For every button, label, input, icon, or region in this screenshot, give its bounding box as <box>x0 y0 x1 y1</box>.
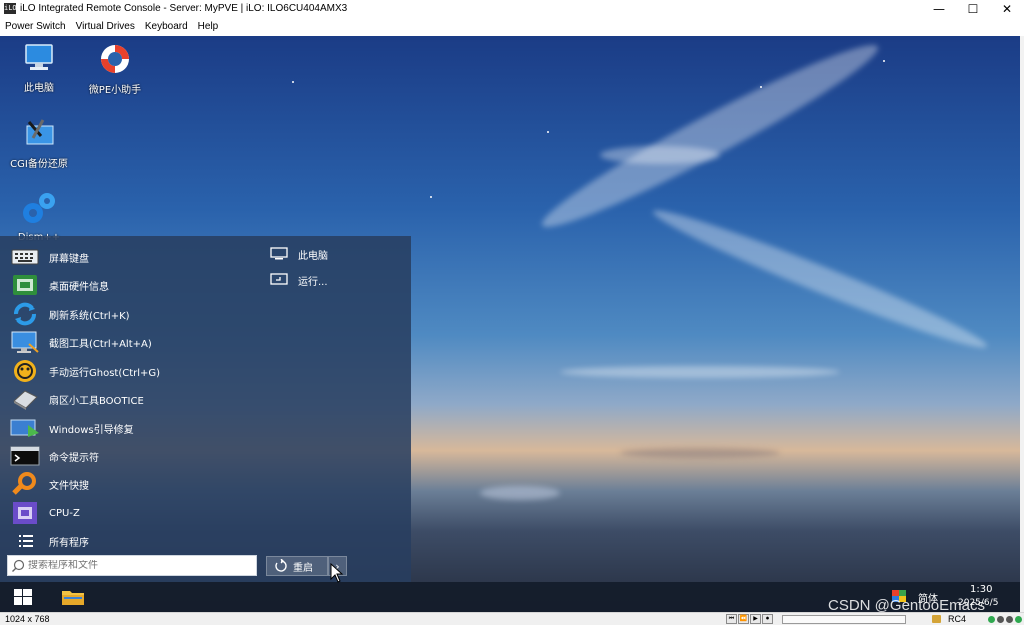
restart-button[interactable]: 重启 <box>266 556 328 576</box>
start-item-label: 刷新系统(Ctrl+K) <box>49 310 130 322</box>
desktop-icon-wepe-helper[interactable]: 微PE小助手 <box>76 42 154 96</box>
console-scroll-gutter <box>1020 36 1024 612</box>
start-right-this-pc[interactable]: 此电脑 <box>270 245 328 263</box>
screenshot-icon <box>10 331 40 353</box>
cmd-icon <box>10 445 40 467</box>
desktop-icon-label: CGI备份还原 <box>10 159 68 170</box>
rewind-button[interactable]: ⏪ <box>738 614 749 624</box>
start-item-cmd[interactable]: 命令提示符 <box>10 443 99 469</box>
menu-virtual-drives[interactable]: Virtual Drives <box>76 21 135 32</box>
start-right-run[interactable]: 运行... <box>270 271 328 289</box>
start-item-all-programs[interactable]: 所有程序 <box>10 528 89 554</box>
playback-controls: ⏮ ⏪ ▶ ⏺ <box>726 614 773 624</box>
clock-time[interactable]: 1:30 <box>970 584 992 595</box>
start-item-cpuz[interactable]: CPU-Z <box>10 500 80 526</box>
restart-icon <box>275 559 287 572</box>
ghost-icon <box>10 360 40 382</box>
start-item-label: 屏幕键盘 <box>49 253 89 265</box>
search-icon <box>8 556 28 575</box>
start-item-label: CPU-Z <box>49 507 80 519</box>
start-right-label: 此电脑 <box>298 250 328 262</box>
list-icon <box>10 530 40 552</box>
menu-help[interactable]: Help <box>198 21 219 32</box>
start-item-bootice[interactable]: 扇区小工具BOOTICE <box>10 386 144 412</box>
start-item-hardware-info[interactable]: 桌面硬件信息 <box>10 272 109 298</box>
cpuz-icon <box>10 502 40 524</box>
file-search-icon <box>10 472 40 495</box>
star <box>430 196 432 198</box>
star <box>292 81 294 83</box>
gears-icon <box>23 193 55 223</box>
menu-power-switch[interactable]: Power Switch <box>5 21 66 32</box>
console-menubar: Power Switch Virtual Drives Keyboard Hel… <box>0 17 1024 35</box>
bootice-icon <box>10 388 40 410</box>
status-led-icon <box>1006 616 1013 623</box>
monitor-icon <box>270 247 288 260</box>
window-titlebar: iLO iLO Integrated Remote Console - Serv… <box>0 0 1024 17</box>
start-button[interactable] <box>0 582 46 612</box>
start-search-box[interactable] <box>7 555 257 576</box>
start-item-screenshot-tool[interactable]: 截图工具(Ctrl+Alt+A) <box>10 329 152 355</box>
status-led-icon <box>988 616 995 623</box>
star <box>547 131 549 133</box>
menu-keyboard[interactable]: Keyboard <box>145 21 188 32</box>
status-led-icon <box>997 616 1004 623</box>
start-item-label: 手动运行Ghost(Ctrl+G) <box>49 367 161 379</box>
console-statusbar: 1024 x 768 ⏮ ⏪ ▶ ⏺ RC4 <box>0 612 1024 625</box>
ilo-app-icon: iLO <box>4 3 17 14</box>
play-button[interactable]: ▶ <box>750 614 761 624</box>
start-right-label: 运行... <box>298 276 328 288</box>
record-button[interactable]: ⏺ <box>762 614 773 624</box>
start-item-ghost[interactable]: 手动运行Ghost(Ctrl+G) <box>10 358 160 384</box>
desktop-icon-this-pc[interactable]: 此电脑 <box>0 42 78 94</box>
cloud <box>532 36 888 243</box>
start-item-label: 扇区小工具BOOTICE <box>49 395 144 407</box>
start-item-label: Windows引导修复 <box>49 424 134 436</box>
start-item-boot-repair[interactable]: Windows引导修复 <box>10 415 134 441</box>
mouse-cursor-icon <box>330 563 344 583</box>
folder-icon <box>62 591 84 605</box>
restart-label: 重启 <box>293 562 313 574</box>
start-item-label: 命令提示符 <box>49 452 99 464</box>
minimize-button[interactable]: — <box>922 0 956 17</box>
skip-start-button[interactable]: ⏮ <box>726 614 737 624</box>
backup-tool-icon <box>26 119 54 145</box>
cloud <box>560 366 840 378</box>
cloud <box>480 486 560 500</box>
lifebuoy-icon <box>101 45 129 73</box>
resolution-readout: 1024 x 768 <box>5 614 50 624</box>
desktop-icon-label: 微PE小助手 <box>88 85 142 96</box>
start-item-label: 截图工具(Ctrl+Alt+A) <box>49 338 152 350</box>
maximize-button[interactable]: ☐ <box>956 0 990 17</box>
status-leds <box>988 616 1022 623</box>
run-icon <box>270 273 288 285</box>
cloud <box>600 146 720 164</box>
refresh-icon <box>10 302 40 326</box>
cloud <box>648 199 992 359</box>
close-button[interactable]: ✕ <box>990 0 1024 17</box>
boot-repair-icon <box>10 417 40 439</box>
start-item-refresh-system[interactable]: 刷新系统(Ctrl+K) <box>10 301 130 327</box>
hardware-info-icon <box>10 274 40 296</box>
start-item-label: 所有程序 <box>49 537 89 549</box>
star <box>760 86 762 88</box>
start-item-file-search[interactable]: 文件快搜 <box>10 471 89 497</box>
status-led-icon <box>1015 616 1022 623</box>
windows-logo-icon <box>14 589 32 605</box>
start-item-label: 文件快搜 <box>49 480 89 492</box>
encryption-label: RC4 <box>948 614 967 624</box>
star <box>883 60 885 62</box>
window-title: iLO Integrated Remote Console - Server: … <box>20 3 348 14</box>
search-input[interactable] <box>28 560 248 571</box>
computer-icon <box>25 44 53 70</box>
desktop-icon-label: 此电脑 <box>24 83 54 94</box>
cloud <box>620 448 780 458</box>
start-item-label: 桌面硬件信息 <box>49 281 109 293</box>
desktop-icon-cgi-backup[interactable]: CGI备份还原 <box>0 116 78 170</box>
playback-seekbar[interactable] <box>782 615 906 624</box>
keyboard-icon <box>10 246 40 268</box>
file-explorer-taskbar-button[interactable] <box>50 582 96 612</box>
start-item-onscreen-keyboard[interactable]: 屏幕键盘 <box>10 244 89 270</box>
lock-icon <box>932 615 941 623</box>
